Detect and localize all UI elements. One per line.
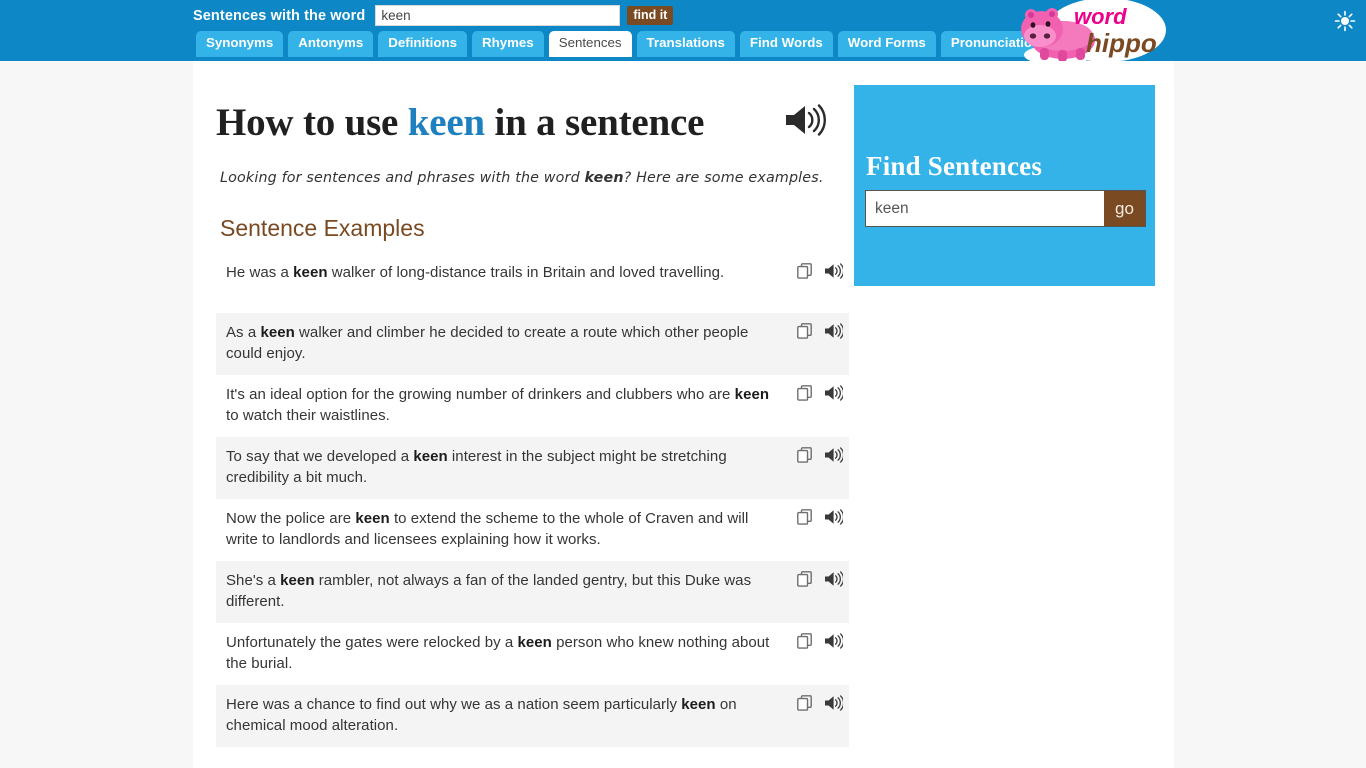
content-sheet: How to use keen in a sentence Looking fo… <box>193 61 1174 768</box>
copy-icon[interactable] <box>797 571 812 587</box>
sentence-text-before: Here was a chance to find out why we as … <box>226 696 682 713</box>
sentence-keyword: keen <box>517 634 552 651</box>
find-sentences-form: go <box>865 190 1146 227</box>
subtitle-after: ? Here are some examples. <box>623 170 824 186</box>
sentence-text: He was a keen walker of long-distance tr… <box>226 263 774 284</box>
sentence-row-actions <box>797 509 845 525</box>
sentence-text: As a keen walker and climber he decided … <box>226 323 774 364</box>
subtitle-before: Looking for sentences and phrases with t… <box>220 170 585 186</box>
page-title: How to use keen in a sentence <box>216 99 776 147</box>
tab-synonyms[interactable]: Synonyms <box>196 31 284 57</box>
svg-text:hippo: hippo <box>1086 28 1157 58</box>
sentence-row: To say that we developed a keen interest… <box>216 437 849 499</box>
sentence-row-actions <box>797 571 845 587</box>
sentence-row: It's an ideal option for the growing num… <box>216 375 849 437</box>
sentence-text-before: Unfortunately the gates were relocked by… <box>226 634 518 651</box>
sentence-text-before: As a <box>226 324 261 341</box>
sun-icon[interactable] <box>1334 10 1356 32</box>
sentence-keyword: keen <box>681 696 716 713</box>
sentence-text-before: She's a <box>226 572 281 589</box>
sentence-row: She's a keen rambler, not always a fan o… <box>216 561 849 623</box>
find-sentences-input[interactable] <box>866 191 1104 226</box>
svg-text:word: word <box>1074 4 1127 29</box>
sentence-text: It's an ideal option for the growing num… <box>226 385 774 426</box>
copy-icon[interactable] <box>797 385 812 401</box>
sentence-list: He was a keen walker of long-distance tr… <box>216 253 849 747</box>
copy-icon[interactable] <box>797 633 812 649</box>
copy-icon[interactable] <box>797 695 812 711</box>
subtitle-keyword: keen <box>584 170 624 186</box>
sentence-text-before: Now the police are <box>226 510 356 527</box>
sentence-row-actions <box>797 263 845 279</box>
copy-icon[interactable] <box>797 323 812 339</box>
sentence-text: Unfortunately the gates were relocked by… <box>226 633 774 674</box>
sentence-text: To say that we developed a keen interest… <box>226 447 774 488</box>
speaker-icon[interactable] <box>824 571 845 587</box>
sentence-row-actions <box>797 447 845 463</box>
tab-sentences[interactable]: Sentences <box>548 31 632 57</box>
sentence-text-after: to watch their waistlines. <box>226 406 390 424</box>
main-column: How to use keen in a sentence Looking fo… <box>216 61 856 747</box>
speaker-icon[interactable] <box>824 385 845 401</box>
sentence-text: Now the police are keen to extend the sc… <box>226 509 774 550</box>
sentence-row-actions <box>797 385 845 401</box>
sentence-row-actions <box>797 323 845 339</box>
find-sentences-title: Find Sentences <box>866 151 1043 181</box>
page-title-prefix: How to use <box>216 101 408 144</box>
sentence-row: Here was a chance to find out why we as … <box>216 685 849 747</box>
sentence-text: She's a keen rambler, not always a fan o… <box>226 571 774 612</box>
go-button[interactable]: go <box>1104 191 1145 226</box>
sentence-row: As a keen walker and climber he decided … <box>216 313 849 375</box>
nav-tab-list: Synonyms Antonyms Definitions Rhymes Sen… <box>196 31 1058 57</box>
page-title-keyword: keen <box>407 101 485 144</box>
page-title-suffix: in a sentence <box>484 101 705 144</box>
speaker-icon[interactable] <box>824 447 845 463</box>
header-search-form: Sentences with the word find it <box>193 0 674 31</box>
sentence-keyword: keen <box>734 386 770 403</box>
sentence-row-actions <box>797 695 845 711</box>
sentence-text-before: It's an ideal option for the growing num… <box>226 386 735 403</box>
tab-antonyms[interactable]: Antonyms <box>288 31 374 57</box>
copy-icon[interactable] <box>797 509 812 525</box>
find-sentences-panel: Find Sentences go <box>854 85 1155 286</box>
speaker-icon[interactable] <box>824 509 845 525</box>
sentence-keyword: keen <box>355 510 390 527</box>
header-search-label: Sentences with the word <box>193 7 366 24</box>
tab-find-words[interactable]: Find Words <box>739 31 833 57</box>
sentence-row-actions <box>797 633 845 649</box>
sentence-text-after: walker and climber he decided to create … <box>226 324 749 362</box>
find-it-button[interactable]: find it <box>627 6 674 25</box>
sentence-text-after: walker of long-distance trails in Britai… <box>327 264 725 281</box>
tab-translations[interactable]: Translations <box>636 31 735 57</box>
sentence-row: Now the police are keen to extend the sc… <box>216 499 849 561</box>
copy-icon[interactable] <box>797 447 812 463</box>
sentence-text-before: To say that we developed a <box>226 448 414 465</box>
sentence-row: Unfortunately the gates were relocked by… <box>216 623 849 685</box>
copy-icon[interactable] <box>797 263 812 279</box>
page-body: How to use keen in a sentence Looking fo… <box>0 61 1366 768</box>
speaker-icon[interactable] <box>824 263 845 279</box>
speaker-icon[interactable] <box>824 695 845 711</box>
sentence-text-before: He was a <box>226 264 294 281</box>
sentence-keyword: keen <box>280 572 315 589</box>
tab-word-forms[interactable]: Word Forms <box>837 31 936 57</box>
sentence-row: He was a keen walker of long-distance tr… <box>216 253 849 313</box>
sentence-text: Here was a chance to find out why we as … <box>226 695 774 736</box>
speaker-icon[interactable] <box>784 103 828 137</box>
sentence-keyword: keen <box>260 324 295 341</box>
sentence-keyword: keen <box>293 264 328 281</box>
tab-definitions[interactable]: Definitions <box>378 31 467 57</box>
page-subtitle: Looking for sentences and phrases with t… <box>220 170 856 186</box>
word-search-input[interactable] <box>375 5 621 26</box>
tab-rhymes[interactable]: Rhymes <box>471 31 544 57</box>
sentence-keyword: keen <box>413 448 448 465</box>
section-title: Sentence Examples <box>220 215 425 241</box>
speaker-icon[interactable] <box>824 323 845 339</box>
wordhippo-logo[interactable]: word hippo <box>1018 0 1178 68</box>
speaker-icon[interactable] <box>824 633 845 649</box>
